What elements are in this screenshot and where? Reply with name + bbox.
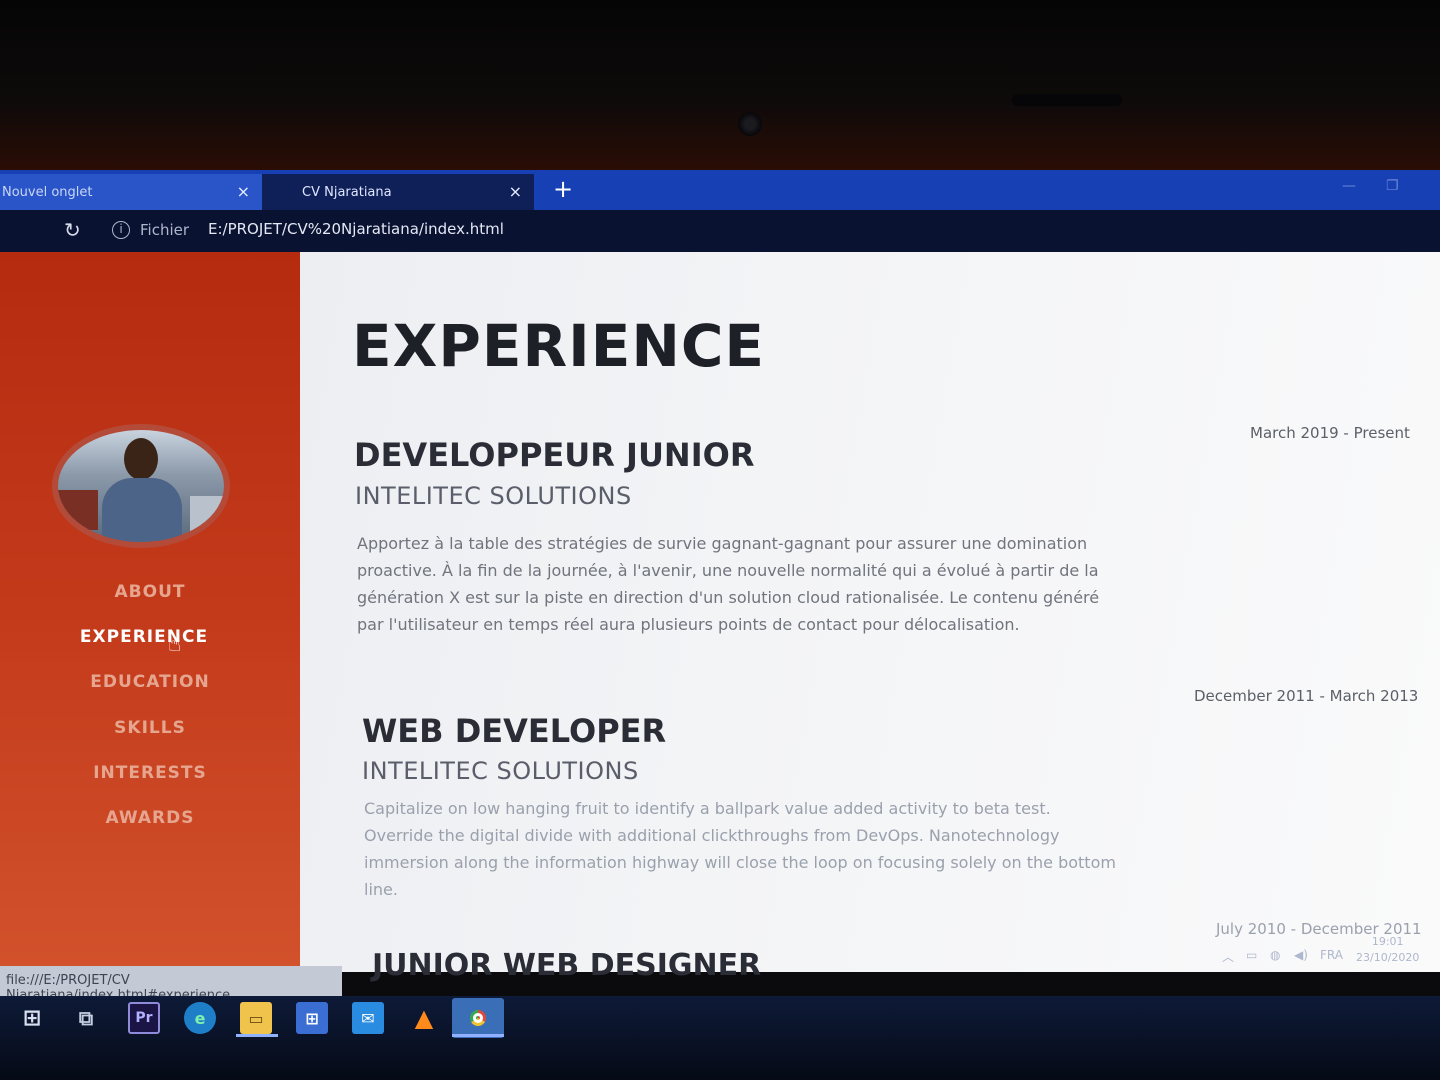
job-description: Apportez à la table des stratégies de su… xyxy=(357,534,1100,634)
chrome-logo xyxy=(464,1004,492,1032)
chrome-icon[interactable] xyxy=(452,998,504,1038)
tab-nouvel-onglet[interactable]: Nouvel onglet × xyxy=(0,174,262,210)
job-company: INTELITEC SOLUTIONS xyxy=(355,482,632,510)
close-icon[interactable]: × xyxy=(509,182,522,201)
file-explorer-icon[interactable]: ▭ xyxy=(240,1002,272,1034)
sidebar xyxy=(0,252,300,972)
clock[interactable]: 19:01 23/10/2020 xyxy=(1356,934,1419,966)
running-indicator xyxy=(452,1034,504,1037)
nav-skills[interactable]: SKILLS xyxy=(0,718,300,738)
status-bar-url: file:///E:/PROJET/CV Njaratiana/index.ht… xyxy=(0,966,342,1003)
job-company: INTELITEC SOLUTIONS xyxy=(362,757,639,785)
tab-cv-njaratiana[interactable]: CV Njaratiana × xyxy=(262,174,534,210)
nav-interests[interactable]: INTERESTS xyxy=(0,763,300,783)
avatar-shirt xyxy=(102,478,182,542)
minimize-icon[interactable]: — xyxy=(1342,178,1356,194)
volume-icon[interactable]: ◀) xyxy=(1294,948,1308,962)
avatar xyxy=(52,424,230,548)
nav-awards[interactable]: AWARDS xyxy=(0,808,300,828)
mail-icon[interactable]: ✉ xyxy=(352,1002,384,1034)
running-indicator xyxy=(236,1034,278,1037)
tab-label: CV Njaratiana xyxy=(302,184,392,200)
premiere-icon[interactable]: Pr xyxy=(128,1002,160,1034)
nav-education[interactable]: EDUCATION xyxy=(0,672,300,692)
language-indicator[interactable]: FRA xyxy=(1320,948,1343,962)
windows-start-icon[interactable]: ⊞ xyxy=(16,1002,48,1034)
section-heading: EXPERIENCE xyxy=(352,312,766,380)
sensor-bar xyxy=(1012,94,1122,106)
hand-cursor-icon: ☝ xyxy=(168,632,182,657)
security-label: Fichier xyxy=(140,221,190,239)
info-icon[interactable]: i xyxy=(112,221,130,239)
job-title: DEVELOPPEUR JUNIOR xyxy=(354,436,755,474)
close-icon[interactable]: × xyxy=(237,182,250,201)
monitor-bezel xyxy=(0,0,1440,170)
job-date: December 2011 - March 2013 xyxy=(1194,687,1419,705)
battery-icon[interactable]: ▭ xyxy=(1246,948,1257,962)
new-tab-button[interactable]: + xyxy=(548,174,578,204)
edge-icon[interactable]: e xyxy=(184,1002,216,1034)
clock-date: 23/10/2020 xyxy=(1356,951,1420,964)
task-view-icon[interactable]: ⧉ xyxy=(70,1002,102,1034)
avatar-head xyxy=(124,438,158,480)
vlc-icon[interactable]: ▲ xyxy=(408,1002,440,1034)
taskbar xyxy=(0,996,1440,1080)
job-title: WEB DEVELOPER xyxy=(362,712,667,750)
job-description: Capitalize on low hanging fruit to ident… xyxy=(364,799,1116,899)
chevron-up-icon[interactable]: ︿ xyxy=(1222,948,1234,965)
nav-about[interactable]: ABOUT xyxy=(0,582,300,602)
nav-experience[interactable]: EXPERIENCE xyxy=(0,627,294,647)
clock-time: 19:01 xyxy=(1371,935,1404,948)
avatar-background-car xyxy=(190,496,224,536)
tab-label: Nouvel onglet xyxy=(2,184,93,200)
avatar-background-car xyxy=(58,490,98,530)
reload-icon[interactable]: ↻ xyxy=(64,219,86,241)
job-title: JUNIOR WEB DESIGNER xyxy=(372,948,762,983)
maximize-icon[interactable]: ❐ xyxy=(1386,178,1399,194)
address-bar[interactable]: E:/PROJET/CV%20Njaratiana/index.html xyxy=(208,220,504,238)
job-date: March 2019 - Present xyxy=(1250,424,1410,442)
network-icon[interactable]: ◍ xyxy=(1270,948,1280,962)
webcam-icon xyxy=(738,112,762,136)
store-icon[interactable]: ⊞ xyxy=(296,1002,328,1034)
